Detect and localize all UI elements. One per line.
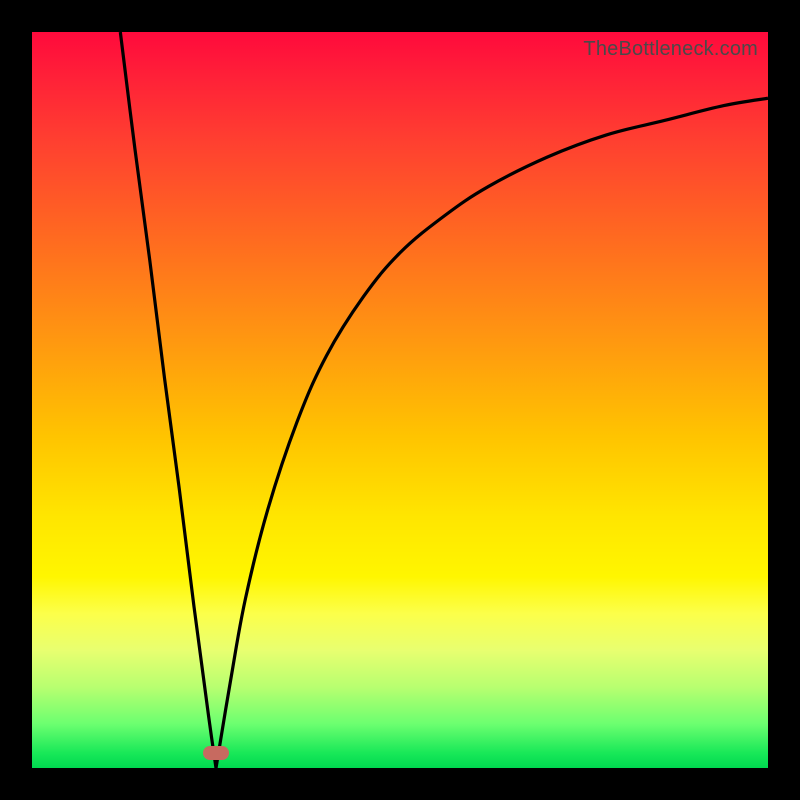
curve-left-segment [120,32,216,768]
minimum-marker [203,746,229,760]
plot-area: TheBottleneck.com [32,32,768,768]
chart-frame: TheBottleneck.com [0,0,800,800]
bottleneck-curve [32,32,768,768]
curve-right-segment [216,98,768,768]
